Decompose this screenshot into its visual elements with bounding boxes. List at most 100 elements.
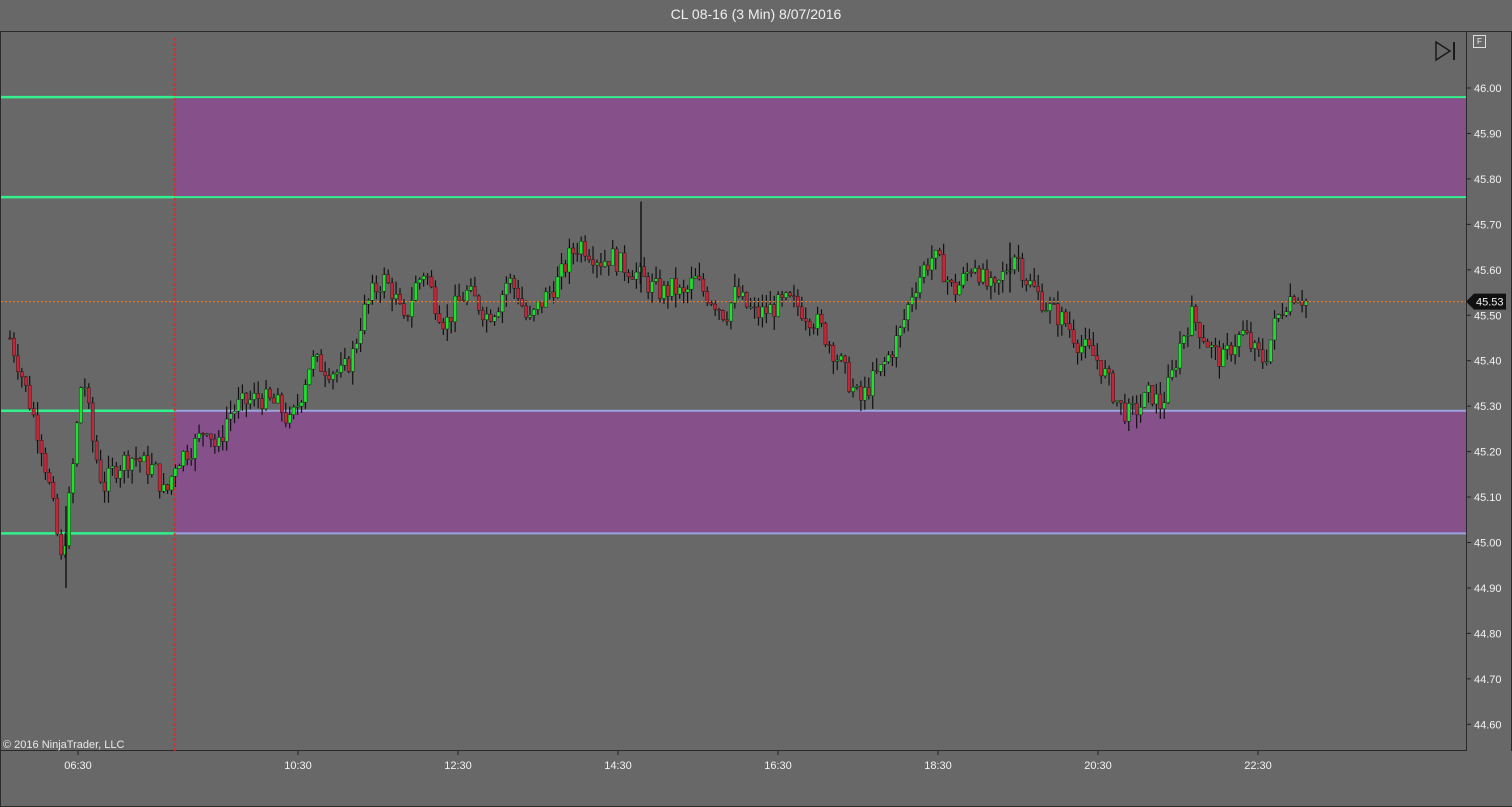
x-tick-label: 18:30 [924,760,952,772]
candle-up [303,384,308,403]
candle-down [39,440,44,454]
y-tick-label: 46.00 [1474,83,1502,95]
candle-up [83,387,87,389]
candle-up [618,252,623,272]
candle-down [185,451,190,460]
candle-up [311,356,316,370]
candle-up [906,304,910,321]
candle-up [1012,256,1017,270]
y-tick-label: 45.30 [1474,401,1502,413]
x-tick-label: 22:30 [1244,760,1272,772]
candle-down [516,288,520,299]
candle-up [662,285,666,299]
candle-up [71,463,75,494]
candle-down [614,248,619,272]
candle-up [193,438,197,459]
candle-up [650,281,654,293]
candle-down [658,278,662,299]
candle-down [473,286,477,297]
candle-up [965,271,970,274]
candle-down [114,466,119,479]
candle-up [579,241,584,255]
candle-up [1000,271,1005,281]
candle-up [79,387,83,424]
candle-up [410,300,414,317]
candle-up [918,277,922,294]
candle-up [1264,361,1269,363]
candle-down [1158,393,1163,409]
candle-up [276,394,280,404]
candle-down [673,278,678,295]
candle-up [1166,377,1170,403]
candle-down [969,271,974,274]
candle-down [721,310,725,320]
candle-up [1044,310,1048,312]
candle-up [567,247,572,273]
y-tick-label: 45.80 [1474,174,1502,186]
candle-down [260,398,264,409]
candle-down [606,261,611,266]
candle-up [508,278,513,284]
candle-up [559,263,564,278]
candle-down [800,306,804,319]
candle-down [429,276,434,288]
candle-up [500,294,505,313]
x-tick-label: 20:30 [1084,760,1112,772]
candle-up [1138,407,1143,416]
candle-up [776,294,780,317]
candle-up [878,364,883,372]
candle-down [280,394,284,413]
candle-down [1052,303,1056,305]
candle-up [914,292,918,298]
candle-down [941,254,946,283]
candle-up [595,262,599,266]
candle-down [949,279,954,283]
candle-down [772,304,777,317]
candle-up [996,280,1001,284]
candle-up [973,267,977,273]
candle-up [634,271,639,280]
candle-up [287,414,292,424]
candle-down [1067,323,1072,330]
candle-up [67,492,71,546]
candle-down [831,345,836,362]
candle-down [1095,355,1100,361]
candle-down [843,355,847,363]
candle-down [1087,339,1092,346]
candle-down [587,255,591,260]
skip-to-end-icon[interactable] [1434,40,1460,62]
candle-down [51,482,56,499]
candle-up [532,309,536,316]
candle-down [433,286,438,314]
candle-down [323,371,327,376]
candle-up [177,465,182,469]
candle-down [666,285,670,297]
candle-down [449,317,454,323]
candle-up [358,330,363,344]
candle-up [307,368,312,385]
candle-up [547,291,552,294]
candle-down [102,481,107,492]
candle-up [1162,402,1167,409]
candle-up [291,406,296,415]
candle-down [811,327,816,329]
candle-up [760,306,765,318]
candle-down [43,453,48,473]
candle-up [205,433,209,436]
candle-down [94,440,99,461]
candle-up [1004,270,1009,273]
candle-up [413,282,418,301]
f-button[interactable]: F [1473,35,1486,48]
candle-up [161,484,166,492]
candle-down [599,262,603,267]
candle-down [874,370,879,373]
candle-up [1237,334,1241,347]
y-tick-label: 44.80 [1474,628,1502,640]
candle-down [622,252,627,273]
candle-up [484,313,489,320]
candle-up [153,463,158,466]
candle-down [1245,330,1249,333]
candle-down [1150,385,1155,405]
candle-up [331,373,335,380]
candle-down [524,305,528,318]
